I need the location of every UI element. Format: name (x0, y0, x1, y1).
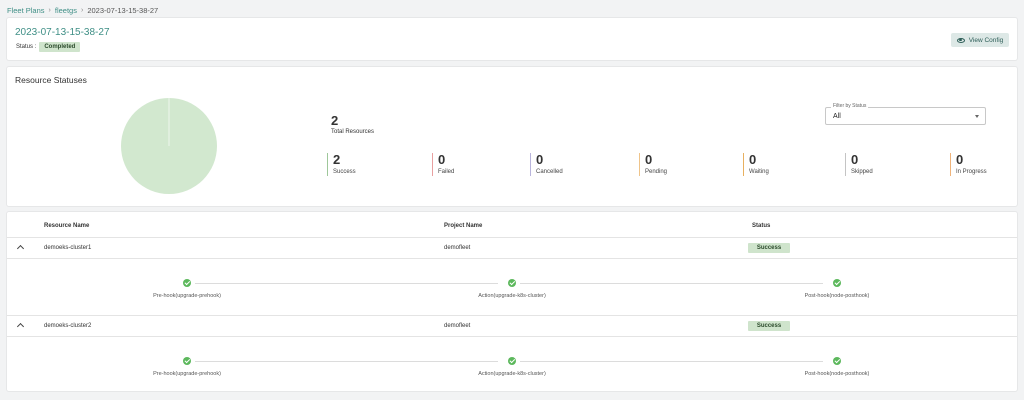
stat-label: Skipped (851, 169, 873, 175)
section-title: Resource Statuses (15, 75, 87, 85)
breadcrumb-separator-icon: › (80, 7, 84, 14)
stat-pending: 0 Pending (639, 153, 667, 176)
breadcrumb-separator-icon: › (48, 7, 51, 14)
column-header-status: Status (752, 223, 771, 229)
column-header-project-name: Project Name (444, 223, 483, 229)
stat-value: 0 (851, 152, 859, 167)
step-connector (195, 361, 498, 362)
resource-name: demoeks-cluster2 (44, 323, 92, 329)
stat-value: 0 (438, 152, 446, 167)
stat-value: 0 (749, 152, 757, 167)
filter-label: Filter by Status (831, 103, 869, 109)
total-resources-count: 2 (331, 113, 339, 128)
stat-value: 0 (645, 152, 653, 167)
plan-header-card: 2023-07-13-15-38-27 Status : Completed V… (7, 18, 1017, 60)
check-circle-icon (508, 279, 516, 287)
stat-cancelled: 0 Cancelled (530, 153, 563, 176)
status-row: Status : Completed (16, 42, 81, 52)
chevron-up-icon[interactable] (16, 322, 25, 331)
resource-name: demoeks-cluster1 (44, 245, 92, 251)
step-label: Action(upgrade-k8s-cluster) (478, 293, 546, 299)
stat-value: 0 (956, 152, 964, 167)
step-connector (520, 283, 823, 284)
check-circle-icon (833, 279, 841, 287)
project-name: demofleet (444, 245, 471, 251)
check-circle-icon (183, 279, 191, 287)
breadcrumb-current: 2023-07-13-15-38-27 (87, 6, 159, 15)
table-row[interactable]: demoeks-cluster1 demofleet Success (7, 237, 1017, 259)
page-title: 2023-07-13-15-38-27 (15, 27, 110, 38)
eye-icon (956, 37, 965, 43)
stat-value: 2 (333, 152, 341, 167)
step-progress: Pre-hook(upgrade-prehook) Action(upgrade… (7, 349, 1017, 399)
total-resources-label: Total Resources (331, 129, 375, 135)
filter-value: All (833, 113, 841, 120)
breadcrumb-fleet-plans[interactable]: Fleet Plans (7, 6, 45, 15)
caret-down-icon (975, 115, 979, 118)
stat-label: Waiting (749, 169, 769, 175)
view-config-label: View Config (968, 36, 1004, 44)
status-badge: Success (748, 321, 790, 331)
view-config-button[interactable]: View Config (951, 33, 1009, 47)
status-pie-chart (120, 97, 218, 195)
step-label: Pre-hook(upgrade-prehook) (153, 293, 221, 299)
stat-failed: 0 Failed (432, 153, 454, 176)
resource-statuses-card: Resource Statuses 2 Total Resources Filt… (7, 67, 1017, 206)
step-label: Post-hook(node-posthook) (804, 293, 870, 299)
step-label: Action(upgrade-k8s-cluster) (478, 371, 546, 377)
step-progress: Pre-hook(upgrade-prehook) Action(upgrade… (7, 271, 1017, 321)
status-badge: Success (748, 243, 790, 253)
breadcrumb-fleet[interactable]: fleetgs (55, 6, 77, 15)
filter-by-status-select[interactable]: Filter by Status All (825, 103, 986, 125)
stat-value: 0 (536, 152, 544, 167)
check-circle-icon (183, 357, 191, 365)
stat-label: Pending (645, 169, 668, 175)
step-connector (520, 361, 823, 362)
stat-label: In Progress (956, 169, 987, 175)
breadcrumb: Fleet Plans › fleetgs › 2023-07-13-15-38… (7, 6, 158, 15)
status-badge: Completed (39, 42, 81, 52)
check-circle-icon (508, 357, 516, 365)
step-connector (195, 283, 498, 284)
table-row[interactable]: demoeks-cluster2 demofleet Success (7, 315, 1017, 337)
check-circle-icon (833, 357, 841, 365)
stat-in-progress: 0 In Progress (950, 153, 987, 176)
step-label: Pre-hook(upgrade-prehook) (153, 371, 221, 377)
stat-success: 2 Success (327, 153, 356, 176)
resources-table: Resource Name Project Name Status demoek… (7, 212, 1017, 391)
chevron-up-icon[interactable] (16, 244, 25, 253)
stat-waiting: 0 Waiting (743, 153, 769, 176)
project-name: demofleet (444, 323, 471, 329)
stat-skipped: 0 Skipped (845, 153, 873, 176)
status-label: Status : (16, 44, 37, 50)
stat-label: Failed (438, 169, 455, 175)
column-header-resource-name: Resource Name (44, 223, 90, 229)
stat-label: Success (333, 169, 356, 175)
stat-label: Cancelled (536, 169, 563, 175)
step-label: Post-hook(node-posthook) (804, 371, 870, 377)
pie-svg (121, 98, 217, 194)
